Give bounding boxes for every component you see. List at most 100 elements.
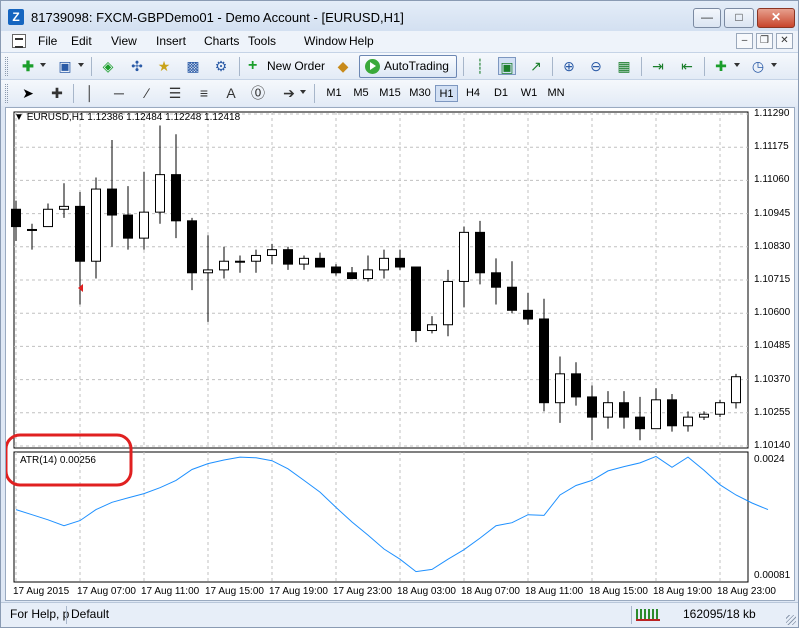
new-order-icon: + <box>248 57 258 74</box>
autotrading-button[interactable]: AutoTrading <box>359 55 457 78</box>
profiles-icon[interactable]: ▣ <box>56 57 74 75</box>
auto-scroll-icon[interactable]: ⇥ <box>649 57 667 75</box>
chart-window[interactable]: ▼ EURUSD,H1 1.12386 1.12484 1.12248 1.12… <box>5 107 795 601</box>
time-tick-label: 17 Aug 07:00 <box>77 586 136 597</box>
timeframe-h4[interactable]: H4 <box>461 85 485 102</box>
menu-bar: File Edit View Insert Charts Tools Windo… <box>1 31 798 52</box>
candlestick-chart-icon[interactable]: ▣ <box>498 57 516 75</box>
fibonacci-icon[interactable]: ≡ <box>195 84 213 102</box>
resize-grip[interactable] <box>786 615 796 625</box>
window-title: 81739098: FXCM-GBPDemo01 - Demo Account … <box>31 10 404 25</box>
candle-bearish <box>507 286 517 311</box>
chart-canvas[interactable] <box>6 108 794 600</box>
zoom-out-icon[interactable]: ⊖ <box>587 57 605 75</box>
price-tick-label: 1.10370 <box>754 373 791 385</box>
candle-bullish <box>715 402 725 415</box>
application-window: Z 81739098: FXCM-GBPDemo01 - Demo Accoun… <box>0 0 799 628</box>
toolbar-grip[interactable] <box>5 57 8 76</box>
bar-chart-icon[interactable]: ┊ <box>471 57 489 75</box>
menu-window[interactable]: Window <box>304 34 347 48</box>
standard-toolbar: ✚ ▣ ◈ ✣ ★ ▩ ⚙ + New Order ◆ AutoTrading … <box>1 52 798 79</box>
menu-help[interactable]: Help <box>349 34 374 48</box>
crosshair-icon[interactable]: ✚ <box>48 84 66 102</box>
text-label-icon[interactable]: ⓪ <box>249 84 267 102</box>
candle-bullish <box>699 413 709 418</box>
toolbar-grip[interactable] <box>5 84 8 103</box>
traffic-status: 162095/18 kb <box>683 607 756 621</box>
candle-bearish <box>475 231 485 274</box>
menu-charts[interactable]: Charts <box>204 34 239 48</box>
title-bar[interactable]: Z 81739098: FXCM-GBPDemo01 - Demo Accoun… <box>1 1 798 31</box>
maximize-button[interactable]: □ <box>724 8 754 28</box>
menu-edit[interactable]: Edit <box>71 34 92 48</box>
time-tick-label: 18 Aug 03:00 <box>397 586 456 597</box>
time-tick-label: 17 Aug 23:00 <box>333 586 392 597</box>
metaeditor-icon[interactable]: ◆ <box>334 57 352 75</box>
candle-bearish <box>107 188 117 216</box>
candle-bearish <box>331 266 341 274</box>
status-bar: For Help, p Default 162095/18 kb <box>1 602 798 627</box>
candle-bearish <box>539 318 549 404</box>
chart-window-menu-icon[interactable] <box>12 34 26 48</box>
timeframe-m5[interactable]: M5 <box>349 85 373 102</box>
arrows-dropdown-icon[interactable] <box>300 90 306 94</box>
price-tick-label: 1.10715 <box>754 274 791 285</box>
candle-bullish <box>155 174 165 213</box>
chart-header: ▼ EURUSD,H1 1.12386 1.12484 1.12248 1.12… <box>14 112 240 123</box>
horizontal-line-icon[interactable]: ─ <box>110 84 128 102</box>
tile-windows-icon[interactable]: ▦ <box>615 57 633 75</box>
data-window-icon[interactable]: ✣ <box>128 57 146 75</box>
strategy-tester-icon[interactable]: ⚙ <box>212 57 230 75</box>
minimize-button[interactable]: — <box>693 8 721 28</box>
trendline-icon[interactable]: ∕ <box>138 84 156 102</box>
menu-tools[interactable]: Tools <box>248 34 276 48</box>
navigator-icon[interactable]: ★ <box>155 57 173 75</box>
time-tick-label: 17 Aug 11:00 <box>141 586 200 597</box>
menu-insert[interactable]: Insert <box>156 34 186 48</box>
candle-bearish <box>315 257 325 268</box>
time-tick-label: 18 Aug 23:00 <box>717 586 776 597</box>
timeframe-m30[interactable]: M30 <box>406 85 434 102</box>
candle-bullish <box>683 416 693 427</box>
profiles-dropdown-icon[interactable] <box>78 63 84 67</box>
periods-icon[interactable]: ◷ <box>749 57 767 75</box>
autotrading-label: AutoTrading <box>384 59 449 73</box>
candle-bullish <box>459 231 469 282</box>
timeframe-w1[interactable]: W1 <box>517 85 541 102</box>
mdi-close-button[interactable]: ✕ <box>776 33 793 49</box>
close-button[interactable]: ✕ <box>757 8 795 28</box>
indicators-icon[interactable]: ✚ <box>712 57 730 75</box>
menu-view[interactable]: View <box>111 34 137 48</box>
mdi-restore-button[interactable]: ❐ <box>756 33 773 49</box>
mdi-minimize-button[interactable]: – <box>736 33 753 49</box>
candle-bearish <box>411 266 421 332</box>
text-icon[interactable]: A <box>222 84 240 102</box>
indicators-dropdown-icon[interactable] <box>734 63 740 67</box>
candle-bearish <box>283 249 293 265</box>
arrows-icon[interactable]: ➔ <box>280 84 298 102</box>
candle-bearish <box>171 174 181 222</box>
line-chart-icon[interactable]: ↗ <box>527 57 545 75</box>
periods-dropdown-icon[interactable] <box>771 63 777 67</box>
new-order-button[interactable]: + New Order <box>245 56 329 77</box>
price-tick-label: 1.10255 <box>754 406 791 418</box>
zoom-in-icon[interactable]: ⊕ <box>560 57 578 75</box>
chart-shift-icon[interactable]: ⇤ <box>678 57 696 75</box>
price-tick-label: 1.10485 <box>754 340 791 352</box>
timeframe-m1[interactable]: M1 <box>322 85 346 102</box>
market-watch-icon[interactable]: ◈ <box>99 57 117 75</box>
candle-bullish <box>91 188 101 262</box>
timeframe-d1[interactable]: D1 <box>489 85 513 102</box>
timeframe-h1[interactable]: H1 <box>435 85 458 102</box>
new-chart-dropdown-icon[interactable] <box>40 63 46 67</box>
terminal-icon[interactable]: ▩ <box>184 57 202 75</box>
timeframe-mn[interactable]: MN <box>544 85 568 102</box>
menu-file[interactable]: File <box>38 34 57 48</box>
timeframe-m15[interactable]: M15 <box>376 85 404 102</box>
equidistant-channel-icon[interactable]: ☰ <box>166 84 184 102</box>
cursor-icon[interactable]: ➤ <box>19 84 37 102</box>
new-chart-icon[interactable]: ✚ <box>19 57 37 75</box>
candle-bullish <box>651 399 661 430</box>
time-tick-label: 17 Aug 2015 <box>13 586 70 597</box>
vertical-line-icon[interactable]: │ <box>81 84 99 102</box>
